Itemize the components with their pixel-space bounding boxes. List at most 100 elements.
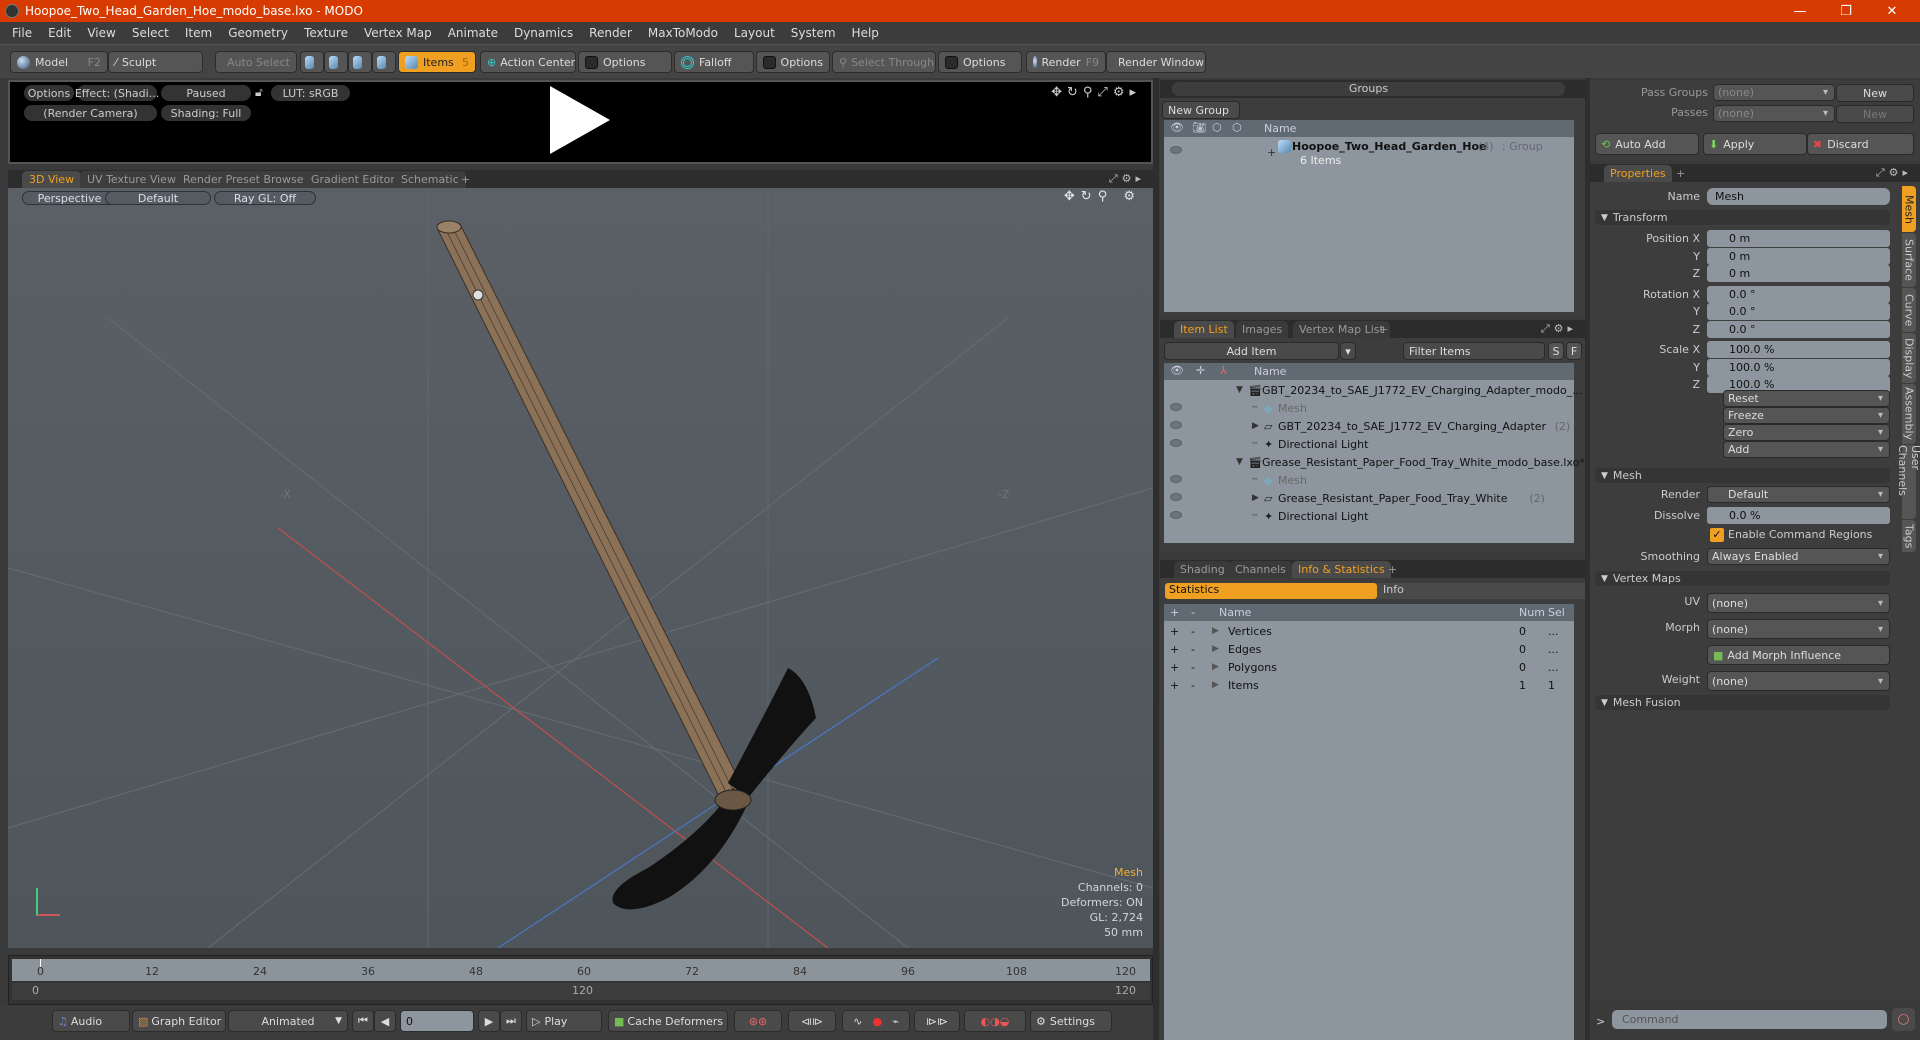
record-buttons[interactable]: ∿ ● ⌁: [842, 1010, 910, 1032]
visibility-icon[interactable]: [1170, 421, 1182, 429]
menu-layout[interactable]: Layout: [726, 26, 783, 40]
select-polygons-button[interactable]: [348, 51, 372, 73]
item-row[interactable]: ┄ ◆ Mesh: [1164, 471, 1574, 489]
transform-5-input[interactable]: 0.0 °: [1707, 320, 1890, 338]
transform-7-input[interactable]: 100.0 %: [1707, 358, 1890, 376]
auto-add-button[interactable]: ⟲ Auto Add: [1595, 133, 1699, 155]
statistics-row[interactable]: + - ▶ Edges 0...: [1164, 640, 1574, 658]
apply-button[interactable]: ⬇ Apply: [1703, 133, 1807, 155]
render-window-button[interactable]: Render Window: [1106, 51, 1206, 73]
menu-system[interactable]: System: [783, 26, 844, 40]
preview-nav-icons[interactable]: ✥↻⚲⤢⚙▸: [1051, 85, 1141, 100]
frame-input[interactable]: 0: [400, 1010, 474, 1032]
lut-dropdown[interactable]: LUT: sRGB: [271, 85, 350, 101]
transform-4-input[interactable]: 0.0 °: [1707, 303, 1890, 320]
render-button[interactable]: Render F9: [1026, 51, 1106, 73]
item-row[interactable]: ▼ 🎬︎ Grease_Resistant_Paper_Food_Tray_Whit…: [1164, 453, 1585, 471]
menu-edit[interactable]: Edit: [40, 26, 79, 40]
action-center-options-button[interactable]: Options: [578, 51, 672, 73]
transform-freeze-dropdown[interactable]: Freeze: [1723, 407, 1890, 424]
select-edges-button[interactable]: [324, 51, 348, 73]
expand-icon[interactable]: ▶: [1212, 680, 1219, 690]
play-preview-icon[interactable]: [550, 86, 610, 154]
cache-deformers-button[interactable]: ■ Cache Deformers: [608, 1010, 728, 1032]
group-row[interactable]: + Hoopoe_Two_Head_Garden_Hoe (4) : Group…: [1164, 138, 1574, 170]
tab-3d-view[interactable]: 3D View: [22, 171, 82, 188]
visibility-icon[interactable]: [1170, 403, 1182, 411]
sculpt-mode-button[interactable]: ⁄ Sculpt: [108, 51, 203, 73]
expand-icon[interactable]: ┄: [1252, 403, 1257, 413]
add-item-dropdown[interactable]: ▾: [1340, 342, 1356, 360]
expand-icon[interactable]: ▶: [1212, 644, 1219, 654]
menu-animate[interactable]: Animate: [440, 26, 506, 40]
select-through-options-button[interactable]: Options: [938, 51, 1022, 73]
pass-groups-dropdown[interactable]: (none): [1713, 84, 1835, 101]
side-tab-mesh[interactable]: Mesh: [1902, 186, 1916, 232]
command-input[interactable]: Command: [1612, 1010, 1887, 1029]
add-tab-button[interactable]: +: [1670, 165, 1691, 182]
vertex-maps-section[interactable]: ▼ Vertex Maps: [1595, 571, 1890, 586]
expand-icon[interactable]: ▶: [1252, 493, 1259, 503]
add-tab-button[interactable]: +: [1382, 561, 1403, 578]
expand-icon[interactable]: ▼: [1236, 385, 1243, 395]
passes-dropdown[interactable]: (none): [1713, 105, 1835, 122]
transform-6-input[interactable]: 100.0 %: [1707, 341, 1890, 358]
last-frame-button[interactable]: ⏭: [500, 1010, 522, 1032]
action-center-button[interactable]: ⊕ Action Center: [480, 51, 576, 73]
select-materials-button[interactable]: [372, 51, 396, 73]
audio-button[interactable]: ♫ Audio: [52, 1010, 130, 1032]
collapse-all-button[interactable]: -: [1191, 643, 1195, 656]
preview-options-button[interactable]: Options: [24, 85, 74, 101]
item-row[interactable]: ┄ ✦ Directional Light: [1164, 435, 1574, 453]
new-group-button[interactable]: New Group: [1162, 101, 1240, 119]
discard-button[interactable]: ✖ Discard: [1807, 133, 1914, 155]
visibility-icon[interactable]: [1170, 439, 1182, 447]
render-dropdown[interactable]: Default: [1707, 486, 1890, 503]
settings-button[interactable]: ⚙ Settings: [1030, 1010, 1112, 1032]
statistics-row[interactable]: + - ▶ Vertices 0...: [1164, 622, 1574, 640]
auto-select-button[interactable]: Auto Select: [215, 51, 297, 73]
add-tab-button[interactable]: +: [1373, 321, 1394, 338]
select-through-button[interactable]: ⚲ Select Through: [832, 51, 936, 73]
statistics-tab[interactable]: Statistics: [1165, 583, 1377, 599]
3d-viewport[interactable]: Perspective Default Ray GL: Off ✥↻⚲ ⚙ -X…: [8, 188, 1153, 948]
transform-section[interactable]: ▼ Transform: [1595, 210, 1890, 225]
expand-icon[interactable]: ▶: [1212, 662, 1219, 672]
camera-dropdown[interactable]: (Render Camera): [24, 105, 157, 121]
panel-icons[interactable]: ⤢⚙▸: [1541, 322, 1577, 336]
new-pass-button[interactable]: New: [1836, 105, 1914, 123]
select-vertices-button[interactable]: [300, 51, 324, 73]
smoothing-dropdown[interactable]: Always Enabled: [1707, 548, 1890, 565]
new-pass-group-button[interactable]: New: [1836, 84, 1914, 102]
side-tab-display[interactable]: Display: [1902, 333, 1916, 383]
command-history-button[interactable]: ○: [1892, 1008, 1915, 1031]
lock-icon[interactable]: 🔓︎: [255, 85, 263, 100]
statistics-row[interactable]: + - ▶ Items 1 1: [1164, 676, 1574, 694]
menu-view[interactable]: View: [79, 26, 123, 40]
falloff-button[interactable]: Falloff: [674, 51, 754, 73]
expand-all-button[interactable]: +: [1170, 679, 1179, 692]
add-item-button[interactable]: Add Item: [1164, 342, 1339, 360]
expand-icon[interactable]: +: [1267, 146, 1276, 159]
tab-images[interactable]: Images: [1236, 321, 1289, 338]
item-row[interactable]: ▶ ▱ Grease_Resistant_Paper_Food_Tray_White…: [1164, 489, 1574, 507]
tab-shading[interactable]: Shading: [1174, 561, 1231, 578]
uv-dropdown[interactable]: (none): [1707, 593, 1890, 613]
visibility-icon[interactable]: [1170, 493, 1182, 501]
command-regions-checkbox[interactable]: ✓: [1710, 528, 1724, 542]
tab-channels[interactable]: Channels: [1229, 561, 1292, 578]
tab-info-statistics[interactable]: Info & Statistics: [1292, 561, 1391, 578]
statistics-row[interactable]: + - ▶ Polygons 0...: [1164, 658, 1574, 676]
splitter[interactable]: [1153, 78, 1159, 1040]
expand-all-button[interactable]: +: [1170, 661, 1179, 674]
transform-zero-dropdown[interactable]: Zero: [1723, 424, 1890, 441]
step-buttons[interactable]: ⧐⧐: [914, 1010, 960, 1032]
expand-icon[interactable]: ▶: [1212, 626, 1219, 636]
side-tab-tags[interactable]: Tags: [1902, 520, 1916, 552]
transform-0-input[interactable]: 0 m: [1707, 230, 1890, 247]
morph-dropdown[interactable]: (none): [1707, 619, 1890, 639]
filter-items-input[interactable]: Filter Items: [1403, 342, 1545, 360]
expand-all-button[interactable]: +: [1170, 643, 1179, 656]
weight-dropdown[interactable]: (none): [1707, 671, 1890, 691]
close-button[interactable]: ✕: [1869, 0, 1915, 22]
